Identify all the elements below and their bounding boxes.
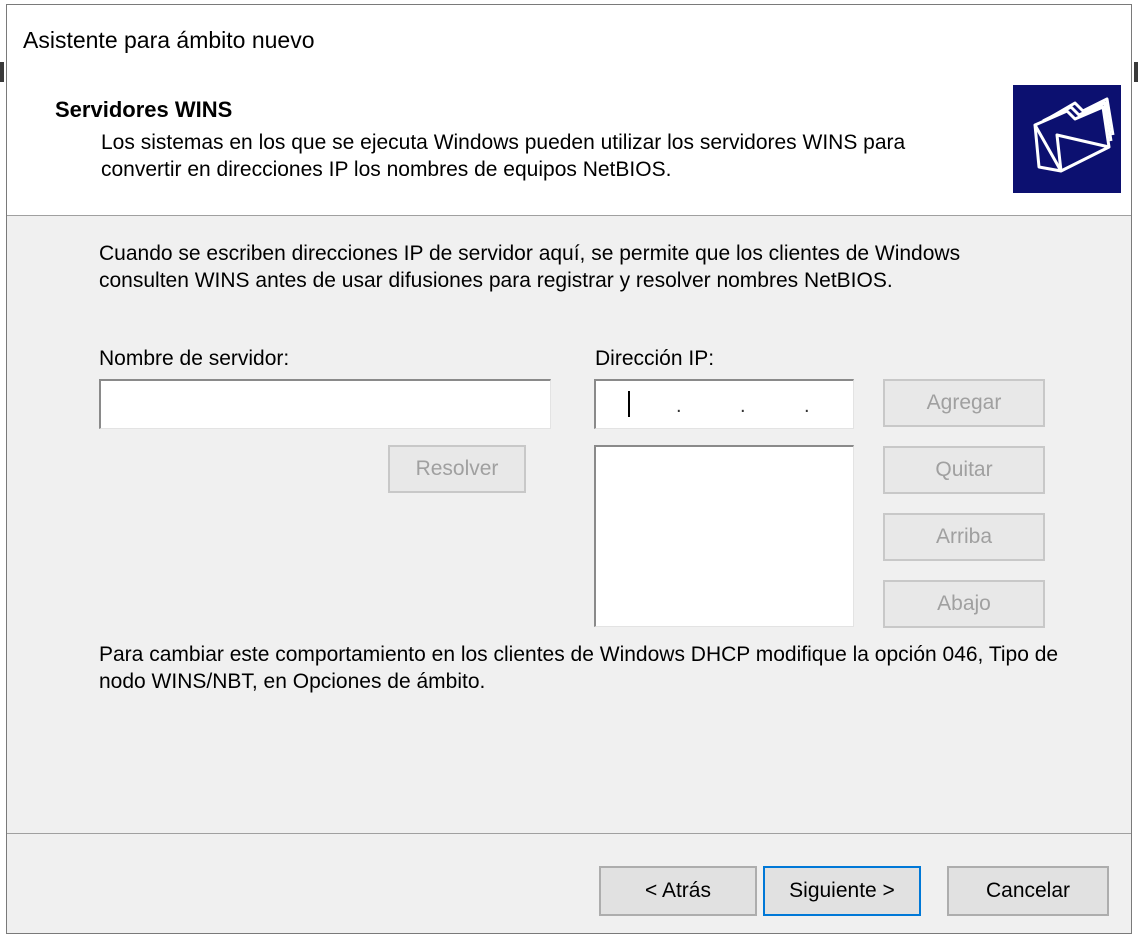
wizard-footer: < Atrás Siguiente > Cancelar — [7, 833, 1131, 934]
ip-octet-separator: . — [804, 395, 810, 417]
page-title: Servidores WINS — [55, 97, 233, 122]
move-up-button[interactable]: Arriba — [883, 513, 1045, 561]
wizard-dialog: Asistente para ámbito nuevo Servidores W… — [6, 4, 1132, 934]
folders-icon — [1013, 85, 1121, 193]
ip-octet-separator: . — [676, 395, 682, 417]
server-name-label: Nombre de servidor: — [99, 347, 290, 370]
screen: Asistente para ámbito nuevo Servidores W… — [0, 0, 1138, 938]
ip-octet-separator: . — [740, 395, 746, 417]
wizard-header: Servidores WINS Los sistemas en los que … — [7, 79, 1131, 216]
wins-server-list[interactable] — [594, 445, 854, 627]
text-caret — [628, 391, 630, 417]
title-bar[interactable]: Asistente para ámbito nuevo — [7, 5, 1131, 79]
remove-button[interactable]: Quitar — [883, 446, 1045, 494]
move-down-button[interactable]: Abajo — [883, 580, 1045, 628]
resolve-button[interactable]: Resolver — [388, 445, 526, 493]
behavior-note: Para cambiar este comportamiento en los … — [99, 643, 1059, 693]
server-name-input[interactable] — [99, 379, 551, 429]
next-button[interactable]: Siguiente > — [763, 866, 921, 916]
page-description: Los sistemas en los que se ejecuta Windo… — [101, 131, 906, 181]
background-edge — [0, 62, 4, 82]
back-button[interactable]: < Atrás — [599, 866, 757, 916]
cancel-button[interactable]: Cancelar — [947, 866, 1109, 916]
wizard-content: Cuando se escriben direcciones IP de ser… — [7, 216, 1131, 833]
ip-address-input[interactable]: . . . — [594, 379, 854, 429]
ip-address-label: Dirección IP: — [595, 347, 715, 370]
window-title: Asistente para ámbito nuevo — [23, 27, 315, 53]
add-button[interactable]: Agregar — [883, 379, 1045, 427]
background-edge — [1134, 62, 1138, 82]
intro-text: Cuando se escriben direcciones IP de ser… — [99, 242, 961, 292]
